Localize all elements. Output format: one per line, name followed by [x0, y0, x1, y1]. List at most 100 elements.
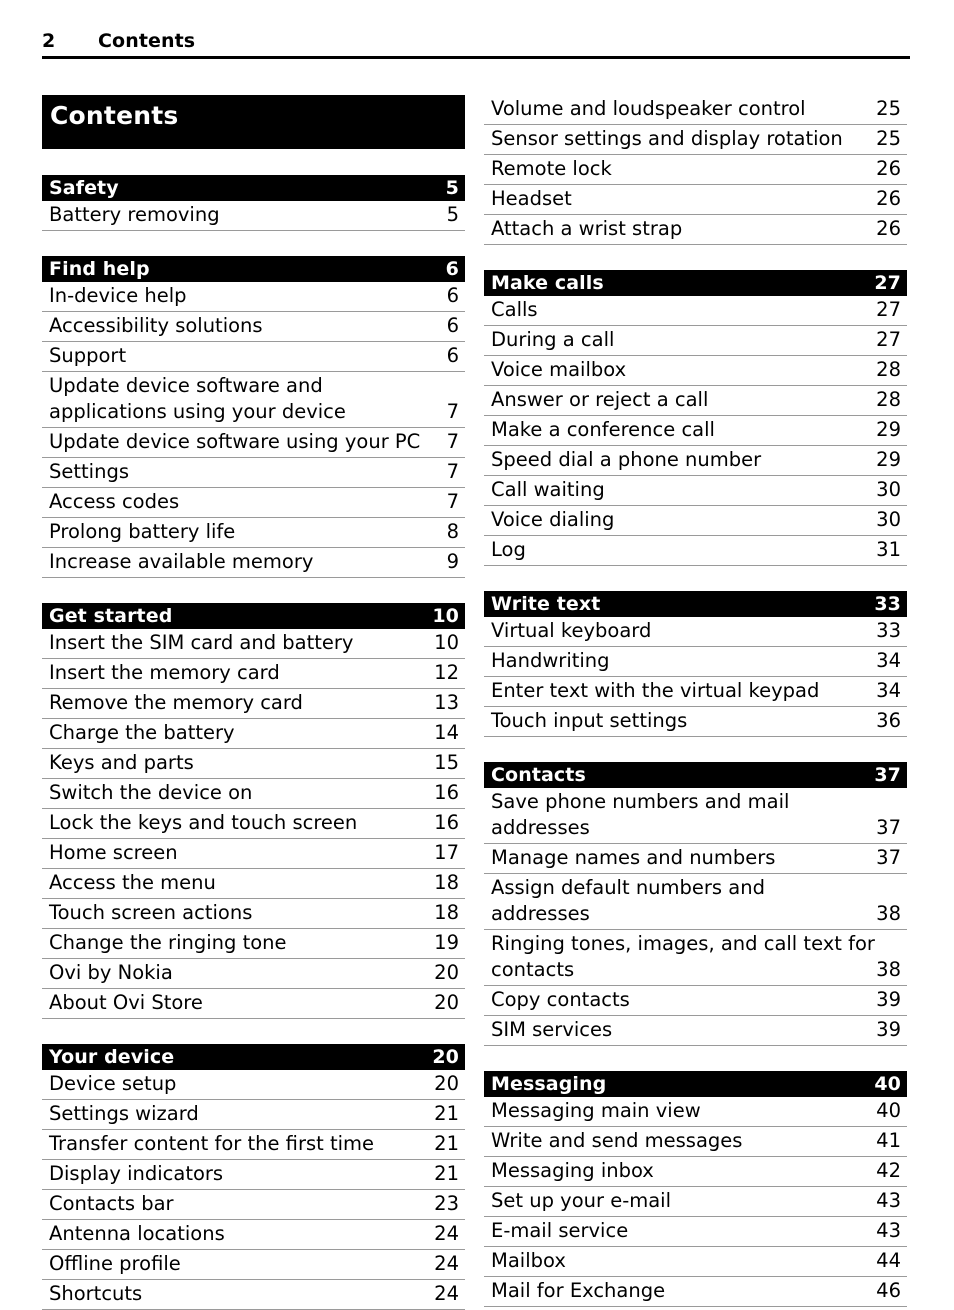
toc-entry-label: Remove the memory card	[49, 691, 303, 714]
toc-entry-label: Ringing tones, images, and call text for	[491, 932, 875, 955]
toc-entry-page: 39	[876, 1018, 901, 1041]
toc-entry[interactable]: Virtual keyboard 33	[484, 617, 907, 647]
toc-entry[interactable]: In-device help 6	[42, 282, 465, 312]
toc-entry-label: Charge the battery	[49, 721, 235, 744]
toc-entry[interactable]: Remove the memory card 13	[42, 689, 465, 719]
toc-entry[interactable]: Answer or reject a call 28	[484, 386, 907, 416]
toc-entry[interactable]: Keys and parts 15	[42, 749, 465, 779]
toc-entry[interactable]: Update device software using your PC 7	[42, 428, 465, 458]
toc-entry[interactable]: Device setup 20	[42, 1070, 465, 1100]
toc-entry[interactable]: Settings wizard 21	[42, 1100, 465, 1130]
toc-chapter-row[interactable]: Your device 20	[42, 1044, 465, 1070]
toc-entry[interactable]: Accessibility solutions 6	[42, 312, 465, 342]
toc-entry[interactable]: Display indicators 21	[42, 1160, 465, 1190]
toc-entry-label: Prolong battery life	[49, 520, 236, 543]
toc-entry[interactable]: Contacts bar 23	[42, 1190, 465, 1220]
toc-entry[interactable]: Access codes 7	[42, 488, 465, 518]
toc-entry[interactable]: Log 31	[484, 536, 907, 566]
toc-chapter-row[interactable]: Contacts 37	[484, 762, 907, 788]
toc-entry[interactable]: Handwriting 34	[484, 647, 907, 677]
toc-entry[interactable]: Ovi by Nokia 20	[42, 959, 465, 989]
toc-entry[interactable]: Mail for Exchange 46	[484, 1277, 907, 1307]
toc-chapter-page: 27	[874, 272, 901, 294]
toc-entry[interactable]: Charge the battery 14	[42, 719, 465, 749]
toc-entry[interactable]: Messaging inbox 42	[484, 1157, 907, 1187]
toc-entry[interactable]: Volume and loudspeaker control 25	[484, 95, 907, 125]
toc-entry[interactable]: Call waiting 30	[484, 476, 907, 506]
toc-entry-label: Display indicators	[49, 1162, 224, 1185]
toc-entry[interactable]: Attach a wrist strap 26	[484, 215, 907, 245]
toc-entry[interactable]: Headset 26	[484, 185, 907, 215]
toc-entry[interactable]: Voice dialing 30	[484, 506, 907, 536]
toc-entry[interactable]: Messaging main view 40	[484, 1097, 907, 1127]
toc-column-left: Contents Safety 5 Battery removing 5 Find he…	[42, 95, 465, 1310]
toc-entry-page: 42	[876, 1159, 901, 1182]
toc-entry[interactable]: Home screen 17	[42, 839, 465, 869]
toc-entry[interactable]: Assign default numbers and addresses 38	[484, 874, 907, 930]
toc-entry[interactable]: Transfer content for the first time 21	[42, 1130, 465, 1160]
toc-entry-page: 7	[446, 400, 459, 423]
toc-entry[interactable]: Copy contacts 39	[484, 986, 907, 1016]
toc-entry-label: Set up your e-mail	[491, 1189, 672, 1212]
toc-entry[interactable]: Set up your e-mail 43	[484, 1187, 907, 1217]
toc-entry-page: 40	[876, 1099, 901, 1122]
toc-entry-page: 6	[446, 284, 459, 307]
toc-chapter-row[interactable]: Safety 5	[42, 175, 465, 201]
toc-entry[interactable]: Enter text with the virtual keypad 34	[484, 677, 907, 707]
toc-entry[interactable]: Touch screen actions 18	[42, 899, 465, 929]
toc-entry[interactable]: Change the ringing tone 19	[42, 929, 465, 959]
toc-entry[interactable]: E-mail service 43	[484, 1217, 907, 1247]
toc-entry-page: 43	[876, 1189, 901, 1212]
toc-entry[interactable]: Settings 7	[42, 458, 465, 488]
toc-entry[interactable]: Touch input settings 36	[484, 707, 907, 737]
toc-entry[interactable]: Sensor settings and display rotation 25	[484, 125, 907, 155]
toc-entry-label: Device setup	[49, 1072, 177, 1095]
toc-entry[interactable]: Switch the device on 16	[42, 779, 465, 809]
toc-entry[interactable]: Make a conference call 29	[484, 416, 907, 446]
toc-entry[interactable]: Insert the SIM card and battery 10	[42, 629, 465, 659]
toc-entry-label-continued: addresses	[491, 816, 590, 839]
toc-entry-label: Volume and loudspeaker control	[491, 97, 806, 120]
toc-chapter-row[interactable]: Messaging 40	[484, 1071, 907, 1097]
toc-entry-label: Insert the SIM card and battery	[49, 631, 354, 654]
toc-entry[interactable]: Manage names and numbers 37	[484, 844, 907, 874]
toc-entry[interactable]: Battery removing 5	[42, 201, 465, 231]
toc-chapter-row[interactable]: Make calls 27	[484, 270, 907, 296]
toc-entry[interactable]: Shortcuts 24	[42, 1280, 465, 1310]
page-header: 2 Contents	[42, 30, 910, 66]
toc-entry-page: 14	[434, 721, 459, 744]
toc-entry[interactable]: Mailbox 44	[484, 1247, 907, 1277]
toc-entry[interactable]: Access the menu 18	[42, 869, 465, 899]
toc-entry[interactable]: During a call 27	[484, 326, 907, 356]
toc-entry[interactable]: Increase available memory 9	[42, 548, 465, 578]
toc-entry[interactable]: Update device software and applications u…	[42, 372, 465, 428]
toc-entry[interactable]: Speed dial a phone number 29	[484, 446, 907, 476]
toc-entry[interactable]: Offline profile 24	[42, 1250, 465, 1280]
toc-entry-label: Write and send messages	[491, 1129, 743, 1152]
toc-entry[interactable]: Support 6	[42, 342, 465, 372]
toc-entry[interactable]: Prolong battery life 8	[42, 518, 465, 548]
toc-entry-page: 21	[434, 1102, 459, 1125]
toc-chapter-page: 5	[445, 177, 459, 199]
toc-entry[interactable]: Lock the keys and touch screen 16	[42, 809, 465, 839]
toc-chapter-row[interactable]: Get started 10	[42, 603, 465, 629]
toc-chapter-row[interactable]: Write text 33	[484, 591, 907, 617]
toc-entry-label: Access codes	[49, 490, 180, 513]
toc-entry[interactable]: Remote lock 26	[484, 155, 907, 185]
toc-entry-page: 10	[434, 631, 459, 654]
toc-entry[interactable]: Calls 27	[484, 296, 907, 326]
toc-entry[interactable]: About Ovi Store 20	[42, 989, 465, 1019]
toc-chapter-row[interactable]: Find help 6	[42, 256, 465, 282]
toc-entry-label: Increase available memory	[49, 550, 314, 573]
toc-entry[interactable]: Ringing tones, images, and call text for…	[484, 930, 907, 986]
toc-entry[interactable]: Write and send messages 41	[484, 1127, 907, 1157]
toc-entry[interactable]: Antenna locations 24	[42, 1220, 465, 1250]
toc-entry[interactable]: Voice mailbox 28	[484, 356, 907, 386]
toc-entry-page: 18	[434, 871, 459, 894]
toc-entry[interactable]: Insert the memory card 12	[42, 659, 465, 689]
toc-section: Volume and loudspeaker control 25 Sensor s…	[484, 95, 907, 245]
toc-entry-label: Update device software and	[49, 374, 323, 397]
toc-entry[interactable]: SIM services 39	[484, 1016, 907, 1046]
toc-entry-page: 13	[434, 691, 459, 714]
toc-entry[interactable]: Save phone numbers and mail addresses 37	[484, 788, 907, 844]
